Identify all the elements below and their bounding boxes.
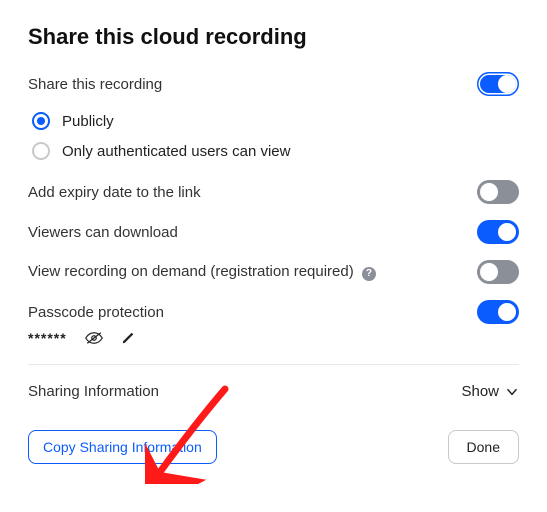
share-recording-label: Share this recording (28, 76, 477, 93)
passcode-label: Passcode protection (28, 304, 477, 321)
passcode-value: ****** (28, 330, 67, 346)
show-label: Show (461, 383, 499, 400)
download-label: Viewers can download (28, 224, 477, 241)
passcode-toggle[interactable] (477, 300, 519, 324)
help-icon[interactable]: ? (362, 267, 376, 281)
sharing-info-label: Sharing Information (28, 383, 461, 400)
expiry-toggle[interactable] (477, 180, 519, 204)
dialog-title: Share this cloud recording (28, 24, 519, 50)
on-demand-toggle[interactable] (477, 260, 519, 284)
divider (28, 364, 519, 365)
copy-sharing-info-button[interactable]: Copy Sharing Information (28, 430, 217, 464)
done-button[interactable]: Done (448, 430, 519, 464)
share-recording-toggle[interactable] (477, 72, 519, 96)
show-toggle[interactable]: Show (461, 383, 519, 400)
download-toggle[interactable] (477, 220, 519, 244)
radio-label-auth-only: Only authenticated users can view (62, 143, 290, 160)
expiry-label: Add expiry date to the link (28, 184, 477, 201)
radio-icon (32, 142, 50, 160)
radio-option-public[interactable]: Publicly (32, 112, 519, 130)
edit-icon[interactable] (121, 331, 135, 345)
radio-icon (32, 112, 50, 130)
radio-option-auth-only[interactable]: Only authenticated users can view (32, 142, 519, 160)
eye-icon[interactable] (85, 331, 103, 345)
chevron-down-icon (505, 385, 519, 399)
radio-label-public: Publicly (62, 113, 114, 130)
on-demand-label: View recording on demand (registration r… (28, 263, 477, 281)
